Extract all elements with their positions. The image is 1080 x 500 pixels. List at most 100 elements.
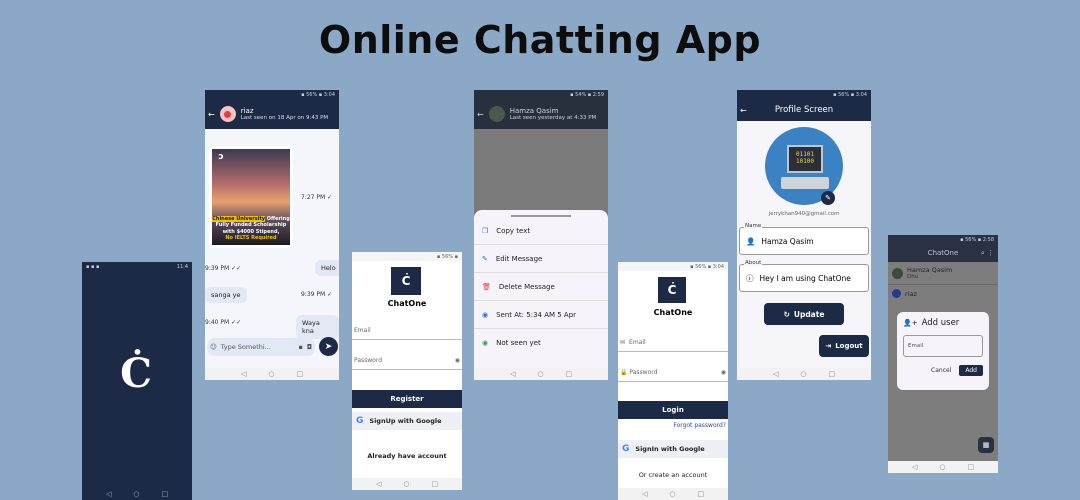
chat-last-seen: Last seen yesterday at 4:33 PM <box>509 115 597 121</box>
password-field[interactable]: 🔒 Password ◉ <box>618 364 728 382</box>
update-button[interactable]: ↻ Update <box>764 303 844 325</box>
home-nav-icon[interactable]: ○ <box>669 490 675 498</box>
back-nav-icon[interactable]: ◁ <box>912 463 917 471</box>
image-caption-4: with $4000 Stipend, <box>222 228 280 235</box>
create-account-link[interactable]: Or create an account <box>618 471 728 479</box>
nav-bar: ◁ ○ □ <box>618 488 728 500</box>
message-bubble[interactable]: Waya kna <box>296 315 339 339</box>
home-nav-icon[interactable]: ○ <box>800 370 806 378</box>
login-button[interactable]: Login <box>618 401 728 419</box>
recents-nav-icon[interactable]: □ <box>828 370 835 378</box>
register-button[interactable]: Register <box>352 390 462 408</box>
send-icon: ➤ <box>324 341 333 352</box>
image-message[interactable]: ↄ Chinese University Offering Fully Fund… <box>209 146 293 248</box>
edit-avatar-button[interactable]: ✎ <box>821 191 835 205</box>
google-signin-button[interactable]: G SignIn with Google <box>618 440 728 458</box>
recents-nav-icon[interactable]: □ <box>697 490 704 498</box>
recents-nav-icon[interactable]: □ <box>565 370 572 378</box>
status-bar: ▪ 54% ▪ 2:59 <box>474 90 608 99</box>
register-screen: ▪ 56% ▪ Ċ ChatOne Email Password ◉ Regist… <box>352 252 462 490</box>
app-logo-icon: Ċ <box>120 350 152 397</box>
message-bubble[interactable]: Helo <box>315 260 339 276</box>
pencil-icon: ✎ <box>482 254 488 263</box>
eye-icon: ◉ <box>482 339 489 347</box>
image-caption-3: Fully Funded Scholarship <box>215 222 287 229</box>
home-nav-icon[interactable]: ○ <box>268 370 274 378</box>
add-person-icon: 👤+ <box>903 319 918 327</box>
home-nav-icon[interactable]: ○ <box>939 463 945 471</box>
pencil-icon: ✎ <box>825 194 831 202</box>
not-seen-item: ◉ Not seen yet <box>482 339 541 347</box>
sent-at-item: ◉ Sent At: 5:34 AM 5 Apr <box>474 301 608 329</box>
avatar <box>892 289 901 298</box>
home-nav-icon[interactable]: ○ <box>537 370 543 378</box>
back-nav-icon[interactable]: ◁ <box>241 370 246 378</box>
copy-text-item[interactable]: ❐ Copy text <box>474 217 608 245</box>
name-field[interactable]: Name 👤 Hamza Qasim <box>739 223 869 255</box>
avatar[interactable] <box>219 106 236 122</box>
chat-header: ← riaz Last seen on 18 Apr on 9:43 PM <box>205 99 339 129</box>
eye-icon[interactable]: ◉ <box>455 357 460 364</box>
email-field[interactable]: Email <box>352 322 462 340</box>
camera-icon[interactable]: ◘ <box>307 343 312 351</box>
trash-icon: 🗑 <box>482 282 491 291</box>
forgot-password-link[interactable]: Forgot password? <box>673 422 726 429</box>
logout-icon: ⇥ <box>825 342 832 350</box>
login-screen: ▪ 56% ▪ 3:04 Ċ ChatOne ✉ Email 🔒 Password… <box>618 262 728 500</box>
eye-icon[interactable]: ◉ <box>721 369 726 376</box>
home-header: ChatOne ⌕ ⋮ <box>888 244 998 262</box>
logout-button[interactable]: ⇥ Logout <box>819 335 869 357</box>
msg-time: 7:27 PM ✓ <box>301 194 333 201</box>
avatar[interactable] <box>488 106 505 122</box>
already-account-link[interactable]: Already have account <box>352 452 462 460</box>
back-nav-icon[interactable]: ◁ <box>510 370 515 378</box>
image-caption-1: Chinese University <box>212 216 266 222</box>
page-title: Online Chatting App <box>318 18 762 62</box>
about-field[interactable]: About ⓘ Hey I am using ChatOne <box>739 260 869 292</box>
chat-user-name: Hamza Qasim <box>509 107 559 115</box>
google-signup-button[interactable]: G SignUp with Google <box>352 412 462 430</box>
email-field[interactable]: ✉ Email <box>618 334 728 352</box>
recents-nav-icon[interactable]: □ <box>296 370 303 378</box>
profile-email: jerrykhan940@gmail.com <box>768 211 840 217</box>
back-arrow-icon[interactable]: ← <box>477 110 484 119</box>
back-nav-icon[interactable]: ◁ <box>773 370 778 378</box>
recents-nav-icon[interactable]: □ <box>431 480 438 488</box>
back-nav-icon[interactable]: ◁ <box>106 490 111 498</box>
profile-screen: ▪ 56% ▪ 3:04 ← Profile Screen 01101 10100… <box>737 90 871 380</box>
back-nav-icon[interactable]: ◁ <box>376 480 381 488</box>
delete-message-item[interactable]: 🗑 Delete Message <box>474 273 608 301</box>
add-chat-icon: ▦ <box>982 441 990 449</box>
edit-message-item[interactable]: ✎ Edit Message <box>474 245 608 273</box>
emoji-icon[interactable]: ☺ <box>210 343 217 351</box>
recents-nav-icon[interactable]: □ <box>967 463 974 471</box>
gallery-icon[interactable]: ▪ <box>298 343 302 351</box>
back-nav-icon[interactable]: ◁ <box>642 490 647 498</box>
google-icon: G <box>622 444 630 454</box>
dialog-title: Add user <box>921 318 960 328</box>
message-bubble[interactable]: sanga ye <box>205 287 247 303</box>
nav-bar: ◁ ○ □ <box>352 478 462 490</box>
search-icon[interactable]: ⌕ ⋮ <box>981 249 994 258</box>
refresh-icon: ↻ <box>783 309 790 319</box>
message-input-bar: ☺ Type Somethi... ▪ ◘ <box>207 338 315 356</box>
cancel-button[interactable]: Cancel <box>931 365 951 376</box>
bottom-sheet: ❐ Copy text ✎ Edit Message 🗑 Delete Message… <box>474 210 608 368</box>
google-icon: G <box>356 416 364 426</box>
contact-item[interactable]: riaz <box>888 285 998 302</box>
status-bar: ▪ ▪ ▪ 11:4 <box>82 262 192 271</box>
send-button[interactable]: ➤ <box>319 337 338 356</box>
status-bar: ▪ 56% ▪ 3:04 <box>737 90 871 99</box>
home-nav-icon[interactable]: ○ <box>133 490 139 498</box>
dialog-email-input[interactable]: Email <box>903 335 983 357</box>
message-input[interactable]: Type Somethi... <box>221 343 295 351</box>
add-user-dialog: 👤+ Add user Email Cancel Add <box>897 312 989 390</box>
home-nav-icon[interactable]: ○ <box>403 480 409 488</box>
contact-item[interactable]: Hamza Qasim Dhu <box>888 262 998 285</box>
name-label: Name <box>744 223 763 229</box>
add-button[interactable]: Add <box>959 365 983 376</box>
back-arrow-icon[interactable]: ← <box>208 110 215 119</box>
recents-nav-icon[interactable]: □ <box>161 490 168 498</box>
password-field[interactable]: Password ◉ <box>352 352 462 370</box>
fab-button[interactable]: ▦ <box>978 437 994 453</box>
